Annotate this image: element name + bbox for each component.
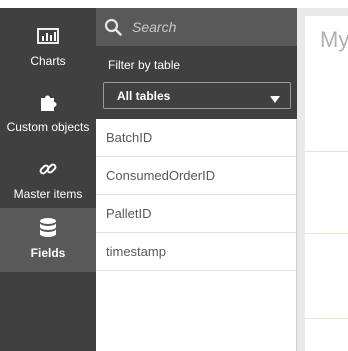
- fields-panel: Filter by table All tables BatchID Consu…: [96, 8, 297, 351]
- sheet-canvas: My: [297, 8, 348, 351]
- sidebar-item-label: Custom objects: [6, 120, 90, 134]
- table-filter-dropdown[interactable]: All tables: [103, 82, 291, 109]
- bar-chart-icon: [37, 24, 59, 48]
- sidebar-item-fields[interactable]: Fields: [0, 208, 96, 272]
- grid-divider: [305, 233, 348, 234]
- puzzle-icon: [38, 90, 58, 114]
- grid-divider: [305, 318, 348, 319]
- list-item[interactable]: timestamp: [96, 233, 296, 271]
- list-item[interactable]: BatchID: [96, 119, 296, 157]
- sheet-title[interactable]: My: [320, 27, 348, 53]
- sidebar-item-charts[interactable]: Charts: [0, 16, 96, 78]
- filter-label: Filter by table: [108, 58, 181, 72]
- sidebar-item-label: Fields: [30, 246, 66, 260]
- caret-down-icon: [270, 92, 280, 106]
- list-item[interactable]: ConsumedOrderID: [96, 157, 296, 195]
- search-input[interactable]: [130, 14, 294, 40]
- sidebar-item-custom-objects[interactable]: Custom objects: [0, 82, 96, 144]
- grid-divider: [305, 151, 348, 152]
- filter-section: Filter by table All tables: [96, 46, 297, 119]
- link-icon: [38, 157, 58, 181]
- asset-rail: Charts Custom objects Master items Field…: [0, 8, 96, 351]
- list-item[interactable]: PalletID: [96, 195, 296, 233]
- database-icon: [39, 216, 57, 240]
- search-bar: [96, 8, 297, 46]
- sidebar-item-label: Master items: [13, 187, 83, 201]
- sidebar-item-master-items[interactable]: Master items: [0, 149, 96, 211]
- field-list: BatchID ConsumedOrderID PalletID timesta…: [96, 119, 296, 271]
- dropdown-value: All tables: [117, 88, 171, 103]
- sheet[interactable]: My: [305, 16, 348, 351]
- sidebar-item-label: Charts: [30, 54, 66, 68]
- top-strip: [0, 0, 348, 8]
- search-icon[interactable]: [104, 18, 122, 36]
